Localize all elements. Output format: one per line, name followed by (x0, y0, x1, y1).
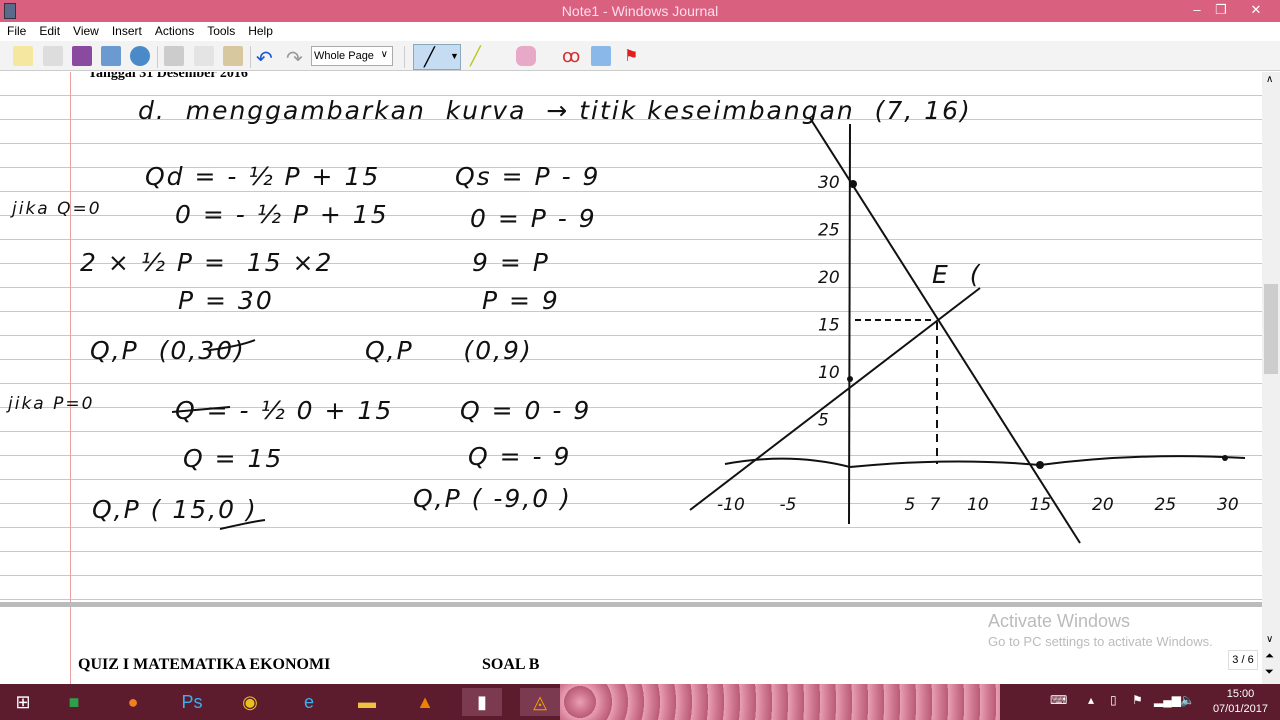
menu-file[interactable]: File (0, 22, 32, 38)
taskbar-wallpaper (560, 684, 1000, 720)
network-icon[interactable]: ▂▄▆ (1154, 693, 1181, 707)
insert-space-icon[interactable] (591, 46, 611, 66)
x-tick-label: 7 (930, 495, 941, 515)
menu-actions[interactable]: Actions (148, 22, 200, 38)
underline (209, 339, 256, 351)
taskbar: ⊞ ■ ● Ps ◉ e ▬ ▲ ▮ ◬ ⌨ ▴ ▯ ⚑ ▂▄▆ 🔈 15:00… (0, 684, 1280, 720)
y-tick-label: 30 (818, 173, 840, 193)
clock[interactable]: 15:00 07/01/2017 (1213, 687, 1268, 717)
clock-date: 07/01/2017 (1212, 703, 1268, 715)
explorer-icon[interactable]: ▬ (347, 688, 387, 716)
lasso-icon[interactable]: ꝏ (562, 46, 582, 66)
x-tick-label: 15 (1030, 495, 1052, 515)
margin-line (70, 607, 71, 684)
vlc-icon[interactable]: ▲ (405, 688, 445, 716)
x-tick-label: 5 (905, 495, 916, 515)
menu-view[interactable]: View (66, 22, 105, 38)
firefox-icon[interactable]: ● (113, 688, 153, 716)
toolbar: ↶ ↷ Whole Page ∨ ╱ ▼ ╱ ꝏ ⚑ (0, 41, 1280, 71)
scrollbar-thumb[interactable] (1264, 284, 1278, 374)
vertical-scrollbar[interactable]: ∧ ∨ ⏶ ⏷ (1262, 72, 1280, 684)
pen-button[interactable]: ╱ ▼ (413, 44, 461, 70)
copy-icon[interactable] (194, 46, 214, 66)
menu-edit[interactable]: Edit (32, 22, 66, 38)
watermark-subtitle: Go to PC settings to activate Windows. (988, 634, 1213, 649)
x-tick-label: 10 (967, 495, 989, 515)
eraser-icon[interactable] (516, 46, 536, 66)
chevron-down-icon: ∨ (380, 49, 388, 60)
photoshop-icon[interactable]: Ps (172, 688, 212, 716)
flag-icon[interactable]: ⚑ (624, 46, 644, 66)
quiz-section: SOAL B (482, 656, 540, 673)
y-tick-label: 20 (818, 268, 840, 288)
next-page-icon[interactable]: ⏷ (1265, 666, 1274, 679)
ie-icon[interactable]: e (289, 688, 329, 716)
chrome-icon[interactable]: ◉ (230, 688, 270, 716)
highlighter-icon[interactable]: ╱ (470, 46, 490, 66)
window-title: Note1 - Windows Journal (561, 3, 719, 19)
paste-icon[interactable] (223, 46, 243, 66)
previous-page-icon[interactable]: ⏶ (1265, 650, 1274, 663)
undo-icon[interactable]: ↶ (256, 46, 276, 70)
maximize-button[interactable]: ❐ (1206, 2, 1236, 20)
menu-tools[interactable]: Tools (200, 22, 241, 38)
activate-windows-watermark: Activate Windows Go to PC settings to ac… (988, 611, 1213, 649)
y-tick-label: 25 (818, 221, 840, 241)
cut-icon[interactable] (164, 46, 184, 66)
y-tick-label: 10 (818, 363, 840, 383)
underline (171, 406, 231, 413)
quiz-title: QUIZ I MATEMATIKA EKONOMI (78, 656, 331, 673)
x-axis (724, 455, 1246, 469)
menu-bar: File Edit View Insert Actions Tools Help (0, 22, 1280, 41)
pen-icon: ╱ (424, 47, 435, 67)
power-icon[interactable]: ▯ (1110, 693, 1117, 707)
x-tick-label: 20 (1092, 495, 1114, 515)
chevron-down-icon[interactable]: ▼ (450, 51, 459, 61)
redo-icon[interactable]: ↷ (286, 46, 306, 70)
x-tick-label: 30 (1217, 495, 1239, 515)
title-bar: Note1 - Windows Journal – ❐ ✕ (0, 0, 1280, 22)
show-hidden-icons[interactable]: ▴ (1088, 693, 1094, 707)
supply-demand-sketch: 30252015105-10 -5 5 7 10 15 20 25 30 (171, 117, 1246, 544)
clock-time: 15:00 (1226, 688, 1255, 700)
watermark-title: Activate Windows (988, 611, 1131, 631)
start-icon[interactable]: ⊞ (3, 688, 43, 716)
zoom-value: Whole Page (314, 50, 374, 62)
excel-icon[interactable]: ■ (54, 688, 94, 716)
find-icon[interactable] (130, 46, 150, 66)
keyboard-icon[interactable]: ⌨ (1050, 693, 1067, 707)
y-tick-label: 15 (818, 316, 840, 336)
avast-icon[interactable]: ◬ (520, 688, 560, 716)
scroll-up-icon[interactable]: ∧ (1266, 74, 1273, 85)
zoom-select[interactable]: Whole Page ∨ (311, 46, 393, 66)
save-icon[interactable] (72, 46, 92, 66)
note-from-template-icon[interactable] (43, 46, 63, 66)
volume-icon[interactable]: 🔈 (1180, 693, 1195, 707)
y-tick-label: 5 (818, 411, 829, 431)
action-center-flag-icon[interactable]: ⚑ (1132, 693, 1143, 707)
page-indicator: 3 / 6 (1228, 650, 1258, 670)
menu-insert[interactable]: Insert (105, 22, 148, 38)
x-tick-label: -10 (717, 495, 745, 515)
new-note-icon[interactable] (13, 46, 33, 66)
menu-help[interactable]: Help (241, 22, 279, 38)
journal-icon[interactable]: ▮ (462, 688, 502, 716)
send-icon[interactable] (101, 46, 121, 66)
close-button[interactable]: ✕ (1241, 2, 1271, 20)
x-tick-label: -5 (780, 495, 797, 515)
scroll-down-icon[interactable]: ∨ (1266, 634, 1273, 645)
underline (219, 519, 266, 530)
journal-page[interactable]: Tanggal 31 Desember 2016 d. menggambarka… (0, 72, 1262, 604)
x-tick-label: 25 (1155, 495, 1177, 515)
